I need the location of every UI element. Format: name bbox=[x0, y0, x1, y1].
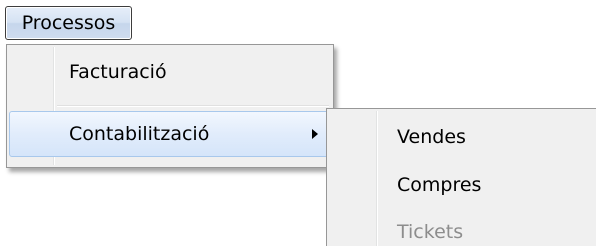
submenu-item-label: Compres bbox=[397, 174, 482, 196]
submenu-item-compres[interactable]: Compres bbox=[329, 163, 596, 207]
menu-item-label: Facturació bbox=[69, 61, 167, 83]
menu-processos[interactable]: Processos bbox=[5, 6, 132, 40]
contabilitzacio-submenu: Vendes Compres Tickets bbox=[326, 108, 596, 246]
menu-item-contabilitzacio[interactable]: Contabilització bbox=[9, 111, 331, 157]
submenu-item-tickets: Tickets bbox=[329, 210, 596, 246]
menu-item-label: Contabilització bbox=[69, 123, 210, 145]
application-window: Processos Facturació Contabilització Ven… bbox=[0, 0, 596, 246]
submenu-item-label: Tickets bbox=[397, 221, 464, 243]
submenu-item-label: Vendes bbox=[397, 126, 466, 148]
submenu-item-vendes[interactable]: Vendes bbox=[329, 115, 596, 159]
menu-item-facturacio[interactable]: Facturació bbox=[9, 49, 331, 95]
processos-dropdown-menu: Facturació Contabilització bbox=[6, 44, 334, 168]
menu-separator bbox=[57, 105, 329, 107]
chevron-right-icon bbox=[312, 129, 318, 139]
